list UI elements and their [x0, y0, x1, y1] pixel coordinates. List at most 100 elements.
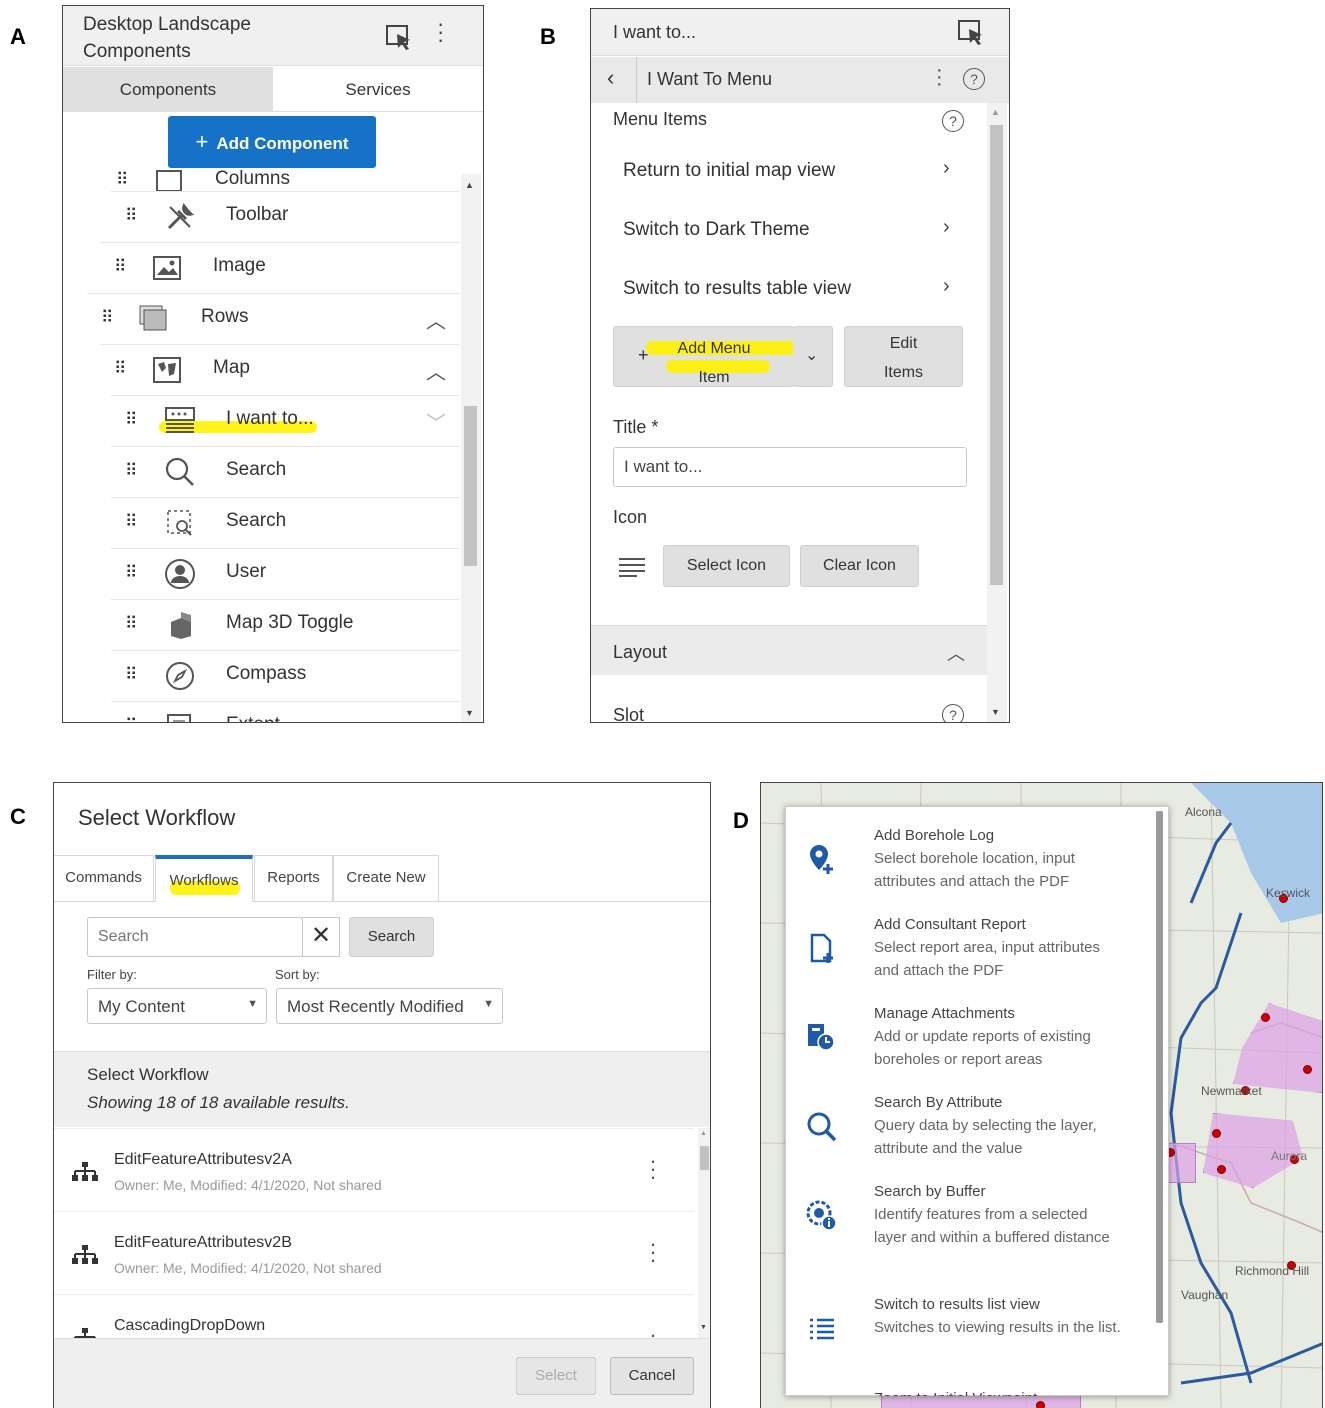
- scroll-down-icon[interactable]: ▼: [991, 707, 1000, 717]
- chevron-right-icon[interactable]: ›: [943, 216, 950, 239]
- tab-reports[interactable]: Reports: [254, 855, 333, 901]
- tree-item-rows[interactable]: ⠿ Rows ︿: [87, 293, 460, 343]
- tab-workflows[interactable]: Workflows: [155, 855, 253, 902]
- more-vertical-icon[interactable]: · · ·: [936, 60, 943, 94]
- scroll-up-icon[interactable]: ▲: [991, 107, 1000, 117]
- tree-item-map-3d-toggle[interactable]: ⠿ Map 3D Toggle: [111, 599, 460, 649]
- tree-item-search[interactable]: ⠿ Search: [111, 446, 460, 496]
- tree-item-label: Map 3D Toggle: [226, 612, 354, 633]
- tree-item-i-want-to[interactable]: ⠿ I want to... ﹀: [111, 395, 460, 445]
- layout-section-header[interactable]: Layout ︿: [591, 625, 987, 675]
- help-icon[interactable]: ?: [963, 68, 985, 90]
- select-pointer-icon[interactable]: [957, 19, 985, 47]
- drag-handle-icon[interactable]: ⠿: [101, 308, 114, 328]
- workflow-row[interactable]: CascadingDropDown ··: [54, 1294, 694, 1338]
- borehole-point[interactable]: [1217, 1165, 1226, 1174]
- menu-item-manage-attachments[interactable]: Manage Attachments Add or update reports…: [786, 1002, 1156, 1082]
- panel-label-c: C: [10, 804, 26, 829]
- tree-item-compass[interactable]: ⠿ Compass: [111, 650, 460, 700]
- tab-components[interactable]: Components: [63, 67, 273, 111]
- borehole-point[interactable]: [1261, 1013, 1270, 1022]
- menu-item-switch-results-list[interactable]: Switch to results list view Switches to …: [786, 1293, 1156, 1373]
- scroll-down-icon[interactable]: ▼: [465, 708, 474, 718]
- more-vertical-icon[interactable]: · · ·: [648, 1233, 658, 1271]
- drag-handle-icon[interactable]: ⠿: [114, 257, 127, 277]
- chevron-up-icon[interactable]: ︿: [426, 305, 446, 334]
- workflow-row[interactable]: EditFeatureAttributesv2A Owner: Me, Modi…: [54, 1128, 694, 1212]
- tab-create-new[interactable]: Create New: [333, 855, 439, 901]
- borehole-point[interactable]: [1303, 1065, 1312, 1074]
- menu-item-return-initial[interactable]: Return to initial map view: [623, 160, 835, 182]
- select-button[interactable]: Select: [516, 1357, 596, 1395]
- select-icon-button[interactable]: Select Icon: [663, 545, 790, 587]
- scrollbar[interactable]: ▲ ▼: [461, 174, 481, 722]
- select-pointer-icon[interactable]: [385, 24, 413, 52]
- help-icon[interactable]: ?: [942, 704, 964, 722]
- add-menu-item-label: Add Menu Item: [664, 334, 764, 392]
- filter-select[interactable]: My Content ▼: [87, 988, 267, 1024]
- drag-handle-icon[interactable]: ⠿: [116, 170, 129, 190]
- search-button[interactable]: Search: [349, 917, 434, 957]
- scroll-up-icon[interactable]: ▲: [465, 180, 474, 190]
- scrollbar[interactable]: ▲ ▼: [698, 1128, 710, 1338]
- tree-item-user[interactable]: ⠿ User: [111, 548, 460, 598]
- drag-handle-icon[interactable]: ⠿: [125, 206, 138, 226]
- scrollbar-thumb[interactable]: [464, 406, 477, 566]
- back-chevron-icon[interactable]: ‹: [607, 65, 614, 91]
- add-menu-item-button[interactable]: + Add Menu Item: [613, 326, 798, 387]
- clear-icon-button[interactable]: Clear Icon: [800, 545, 919, 587]
- drag-handle-icon[interactable]: ⠿: [125, 512, 138, 532]
- tree-item-toolbar[interactable]: ⠿ Toolbar: [111, 191, 460, 241]
- rows-icon: [137, 302, 171, 336]
- tree-item-search-area[interactable]: ⠿ Search: [111, 497, 460, 547]
- chevron-right-icon[interactable]: ›: [943, 275, 950, 298]
- tab-commands[interactable]: Commands: [54, 855, 154, 901]
- scroll-down-icon[interactable]: ▼: [700, 1324, 707, 1331]
- chevron-right-icon[interactable]: ›: [943, 157, 950, 180]
- scrollbar-thumb[interactable]: [700, 1146, 709, 1170]
- more-vertical-icon[interactable]: · · ·: [648, 1150, 658, 1188]
- menu-item-results-table[interactable]: Switch to results table view: [623, 278, 851, 300]
- scrollbar-thumb[interactable]: [1156, 811, 1163, 1323]
- clear-search-icon[interactable]: ✕: [302, 917, 340, 957]
- scrollbar-thumb[interactable]: [990, 125, 1003, 585]
- drag-handle-icon[interactable]: ⠿: [125, 410, 138, 430]
- menu-item-add-consultant-report[interactable]: Add Consultant Report Select report area…: [786, 913, 1156, 993]
- search-area-icon: [163, 506, 197, 540]
- scrollbar[interactable]: ▲ ▼: [987, 103, 1007, 722]
- workflow-search-input[interactable]: [87, 917, 303, 957]
- tab-services[interactable]: Services: [273, 67, 483, 111]
- select-workflow-dialog: Select Workflow Commands Workflows Repor…: [53, 782, 711, 1408]
- more-vertical-icon[interactable]: · · ·: [437, 13, 444, 51]
- drag-handle-icon[interactable]: ⠿: [125, 716, 138, 722]
- menu-item-zoom-initial[interactable]: Zoom to Initial Viewpoint: [786, 1382, 1156, 1396]
- chevron-down-icon[interactable]: ﹀: [426, 407, 446, 436]
- menu-item-dark-theme[interactable]: Switch to Dark Theme: [623, 219, 810, 241]
- tree-item-extent[interactable]: ⠿ Extent: [111, 701, 460, 722]
- tree-item-label: User: [226, 561, 267, 582]
- scroll-up-icon[interactable]: ▲: [700, 1130, 707, 1137]
- cancel-button[interactable]: Cancel: [610, 1357, 694, 1395]
- title-input[interactable]: I want to...: [613, 447, 967, 487]
- settings-title: I want to...: [613, 22, 697, 42]
- sort-select[interactable]: Most Recently Modified ▼: [276, 988, 503, 1024]
- more-vertical-icon[interactable]: ··: [648, 1324, 658, 1339]
- drag-handle-icon[interactable]: ⠿: [125, 665, 138, 685]
- drag-handle-icon[interactable]: ⠿: [125, 563, 138, 583]
- tree-item-image[interactable]: ⠿ Image: [100, 242, 460, 292]
- drag-handle-icon[interactable]: ⠿: [114, 359, 127, 379]
- tree-item-map[interactable]: ⠿ Map ︿: [100, 344, 460, 394]
- edit-items-button[interactable]: Edit Items: [844, 326, 963, 387]
- add-component-button[interactable]: + Add Component: [168, 116, 376, 168]
- menu-item-search-by-attribute[interactable]: Search By Attribute Query data by select…: [786, 1091, 1156, 1171]
- menu-item-add-borehole-log[interactable]: Add Borehole Log Select borehole locatio…: [786, 824, 1156, 904]
- drag-handle-icon[interactable]: ⠿: [125, 614, 138, 634]
- drag-handle-icon[interactable]: ⠿: [125, 461, 138, 481]
- chevron-up-icon[interactable]: ︿: [426, 356, 446, 385]
- borehole-point[interactable]: [1212, 1129, 1221, 1138]
- workflow-row[interactable]: EditFeatureAttributesv2B Owner: Me, Modi…: [54, 1211, 694, 1295]
- help-icon[interactable]: ?: [942, 110, 964, 132]
- borehole-point[interactable]: [1036, 1401, 1045, 1408]
- add-menu-dropdown-button[interactable]: ⌄: [793, 326, 833, 387]
- menu-item-search-by-buffer[interactable]: Search by Buffer Identify features from …: [786, 1180, 1156, 1284]
